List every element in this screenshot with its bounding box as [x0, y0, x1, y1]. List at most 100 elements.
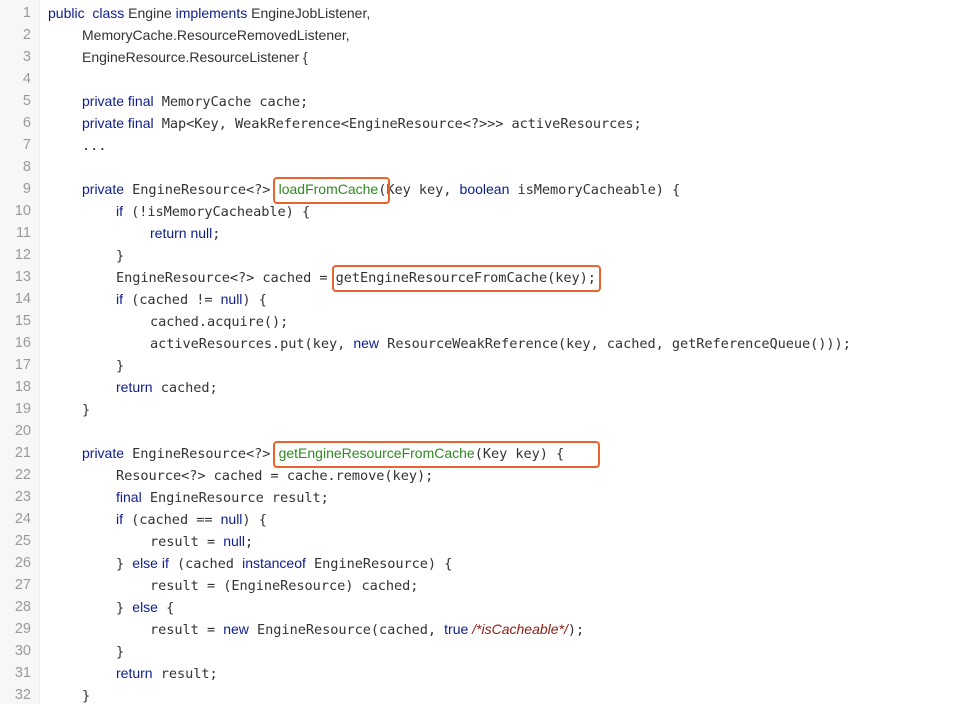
code-token-kw: null — [220, 291, 243, 307]
code-token-mono: result = — [150, 622, 224, 638]
line-number: 1 — [22, 5, 31, 21]
code-line: 32} — [0, 684, 956, 704]
code-token-mono: } — [116, 644, 125, 660]
code-token-mono: EngineResource result; — [141, 490, 329, 506]
code-token-kw: implements — [175, 5, 248, 21]
code-token-kw: return — [116, 665, 153, 681]
line-number: 16 — [14, 335, 31, 351]
line-code: } — [82, 398, 90, 421]
code-line: 6 private final Map<Key, WeakReference<En… — [0, 112, 956, 134]
code-line: 10 if (!isMemoryCacheable) { — [0, 200, 956, 222]
line-code: } — [116, 244, 124, 267]
highlight-box — [331, 265, 601, 292]
code-line: 27 result = (EngineResource) cached; — [0, 574, 956, 596]
line-number: 14 — [14, 291, 31, 307]
line-number: 12 — [14, 247, 31, 263]
code-line: 26} else if (cached instanceof EngineRes… — [0, 552, 956, 574]
code-token-kw: null — [220, 511, 243, 527]
code-line: 2 MemoryCache.ResourceRemovedListener, — [0, 24, 956, 46]
code-token-mono: } — [82, 688, 91, 704]
code-token-kw: if — [116, 511, 123, 527]
line-number: 9 — [22, 181, 31, 197]
code-token-prop: EngineResource.ResourceListener { — [82, 49, 308, 65]
line-number: 31 — [14, 665, 31, 681]
line-code: } — [82, 684, 90, 704]
line-number: 28 — [14, 599, 31, 615]
line-number: 32 — [14, 687, 31, 703]
line-number: 10 — [14, 203, 31, 219]
code-line: 20 — [0, 420, 956, 442]
code-token-mono: activeResources.put(key, — [150, 336, 354, 352]
line-code: EngineResource.ResourceListener { — [82, 46, 308, 68]
line-code: } else if (cached instanceof EngineResou… — [116, 552, 452, 575]
code-token-mono: Resource<?> cached = cache.remove(key); — [116, 468, 434, 484]
code-token-mono: result; — [152, 666, 218, 682]
code-line: 9 private EngineResource<?> loadFromCache… — [0, 178, 956, 200]
code-line: 12} — [0, 244, 956, 266]
code-token-mono: ) { — [242, 292, 267, 308]
code-token-mono: MemoryCache cache; — [153, 94, 309, 110]
line-number: 23 — [14, 489, 31, 505]
code-token-kw: class — [92, 5, 125, 21]
line-code: ... — [82, 134, 106, 157]
line-code: result = new EngineResource(cached, true… — [150, 618, 584, 641]
code-line: 5 private final MemoryCache cache; — [0, 90, 956, 112]
code-token-kw: return — [150, 225, 187, 241]
line-number: 21 — [14, 445, 31, 461]
code-token-mono: } — [116, 600, 133, 616]
code-token-kw: private — [82, 445, 125, 461]
code-token-mono: } — [82, 402, 91, 418]
code-token-mono: } — [116, 248, 125, 264]
code-token-mono: isMemoryCacheable) { — [509, 182, 681, 198]
code-token-mono: ... — [82, 138, 107, 154]
line-number: 13 — [14, 269, 31, 285]
line-code: result = null; — [150, 530, 253, 553]
line-code: return null; — [150, 222, 220, 245]
code-token-mono: { — [157, 600, 175, 616]
code-line: 24 if (cached == null) { — [0, 508, 956, 530]
code-line: 17} — [0, 354, 956, 376]
highlight-box — [272, 177, 391, 204]
code-line: 8 — [0, 156, 956, 178]
code-line: 25 result = null; — [0, 530, 956, 552]
line-number: 27 — [14, 577, 31, 593]
code-line: 18 return cached; — [0, 376, 956, 398]
code-token-kw: true — [444, 621, 469, 637]
code-token-kw: else — [132, 555, 158, 571]
line-code: final EngineResource result; — [116, 486, 329, 509]
line-code: public class Engine implements EngineJob… — [48, 2, 370, 24]
line-code: result = (EngineResource) cached; — [150, 574, 418, 597]
line-number: 25 — [14, 533, 31, 549]
line-number: 17 — [14, 357, 31, 373]
code-token-mono: result = (EngineResource) cached; — [150, 578, 419, 594]
line-number: 24 — [14, 511, 31, 527]
code-line: 11 return null; — [0, 222, 956, 244]
code-token-mono: } — [116, 556, 133, 572]
code-token-mono: (cached != — [123, 292, 221, 308]
line-number: 30 — [14, 643, 31, 659]
code-line: 7... — [0, 134, 956, 156]
code-line: 23 final EngineResource result; — [0, 486, 956, 508]
code-token-mono: ); — [567, 622, 585, 638]
line-code: } — [116, 354, 124, 377]
code-line: 4 — [0, 68, 956, 90]
code-token-mono: (!isMemoryCacheable) { — [123, 204, 311, 220]
line-number: 19 — [14, 401, 31, 417]
code-token-mono: } — [116, 358, 125, 374]
line-code: cached.acquire(); — [150, 310, 288, 333]
code-token-mono: (cached — [168, 556, 243, 572]
code-token-kw: if — [116, 203, 123, 219]
code-token-mono: Map<Key, WeakReference<EngineResource<?>… — [153, 116, 642, 132]
code-token-kw: null — [223, 533, 246, 549]
line-number: 22 — [14, 467, 31, 483]
code-token-kw: boolean — [459, 181, 510, 197]
code-token-kw: else — [132, 599, 158, 615]
code-token-mono: EngineResource(cached, — [248, 622, 445, 638]
code-token-mono: ResourceWeakReference(key, cached, getRe… — [379, 336, 851, 352]
code-token-mono: (cached == — [123, 512, 221, 528]
code-token-mono: EngineResource) { — [305, 556, 453, 572]
line-number: 11 — [15, 225, 31, 241]
code-token-kw: new — [223, 621, 249, 637]
line-number: 4 — [22, 71, 31, 87]
code-area: 1 public class Engine implements EngineJo… — [0, 2, 956, 704]
